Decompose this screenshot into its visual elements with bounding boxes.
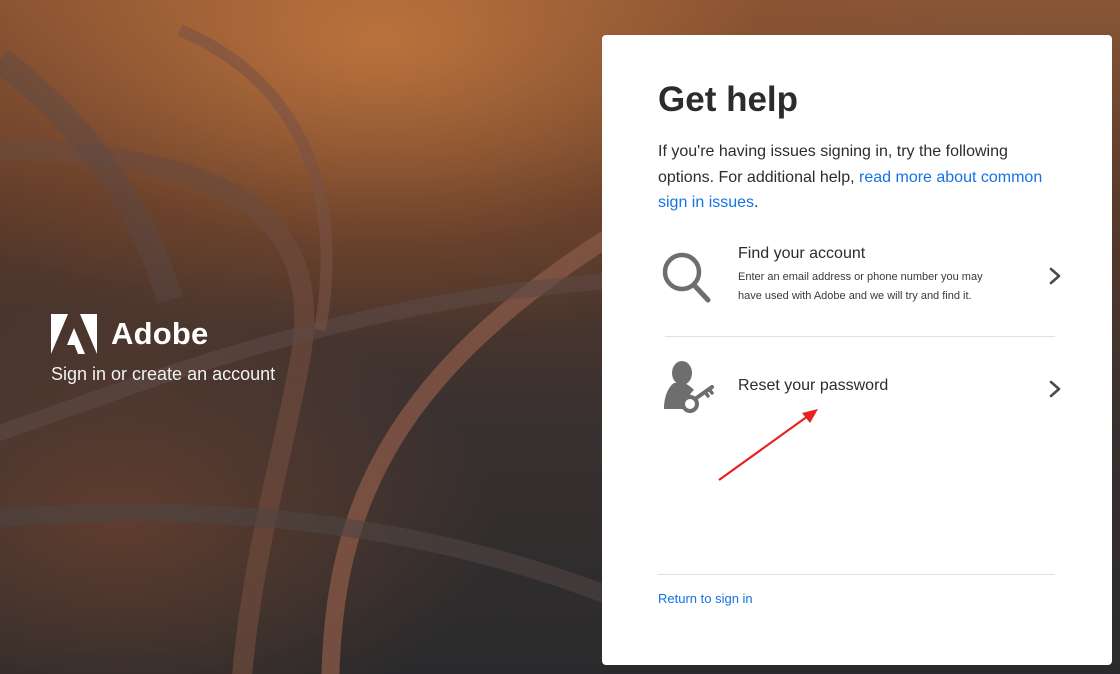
brand-tagline: Sign in or create an account: [51, 364, 276, 384]
description-suffix: .: [754, 194, 759, 211]
chevron-right-icon: [1049, 380, 1061, 398]
adobe-brand: Adobe Sign in or create an account: [51, 314, 275, 386]
reset-password-title: Reset your password: [738, 377, 889, 394]
find-account-title: Find your account: [738, 245, 866, 262]
help-description: If you're having issues signing in, try …: [658, 139, 1058, 216]
options-divider: [665, 336, 1055, 337]
return-to-sign-in-link[interactable]: Return to sign in: [658, 591, 753, 607]
user-key-icon: [664, 361, 714, 413]
chevron-right-icon: [1049, 267, 1061, 285]
get-help-card: Get help If you're having issues signing…: [602, 35, 1112, 665]
footer-divider: [658, 574, 1055, 575]
brand-name: Adobe: [111, 316, 209, 351]
page-title: Get help: [658, 80, 799, 119]
find-account-option[interactable]: Find your account Enter an email address…: [658, 240, 1062, 330]
adobe-logo-icon: [51, 314, 97, 354]
search-icon: [662, 252, 711, 303]
reset-password-option[interactable]: Reset your password: [658, 355, 1062, 425]
find-account-description: Enter an email address or phone number y…: [738, 271, 983, 302]
